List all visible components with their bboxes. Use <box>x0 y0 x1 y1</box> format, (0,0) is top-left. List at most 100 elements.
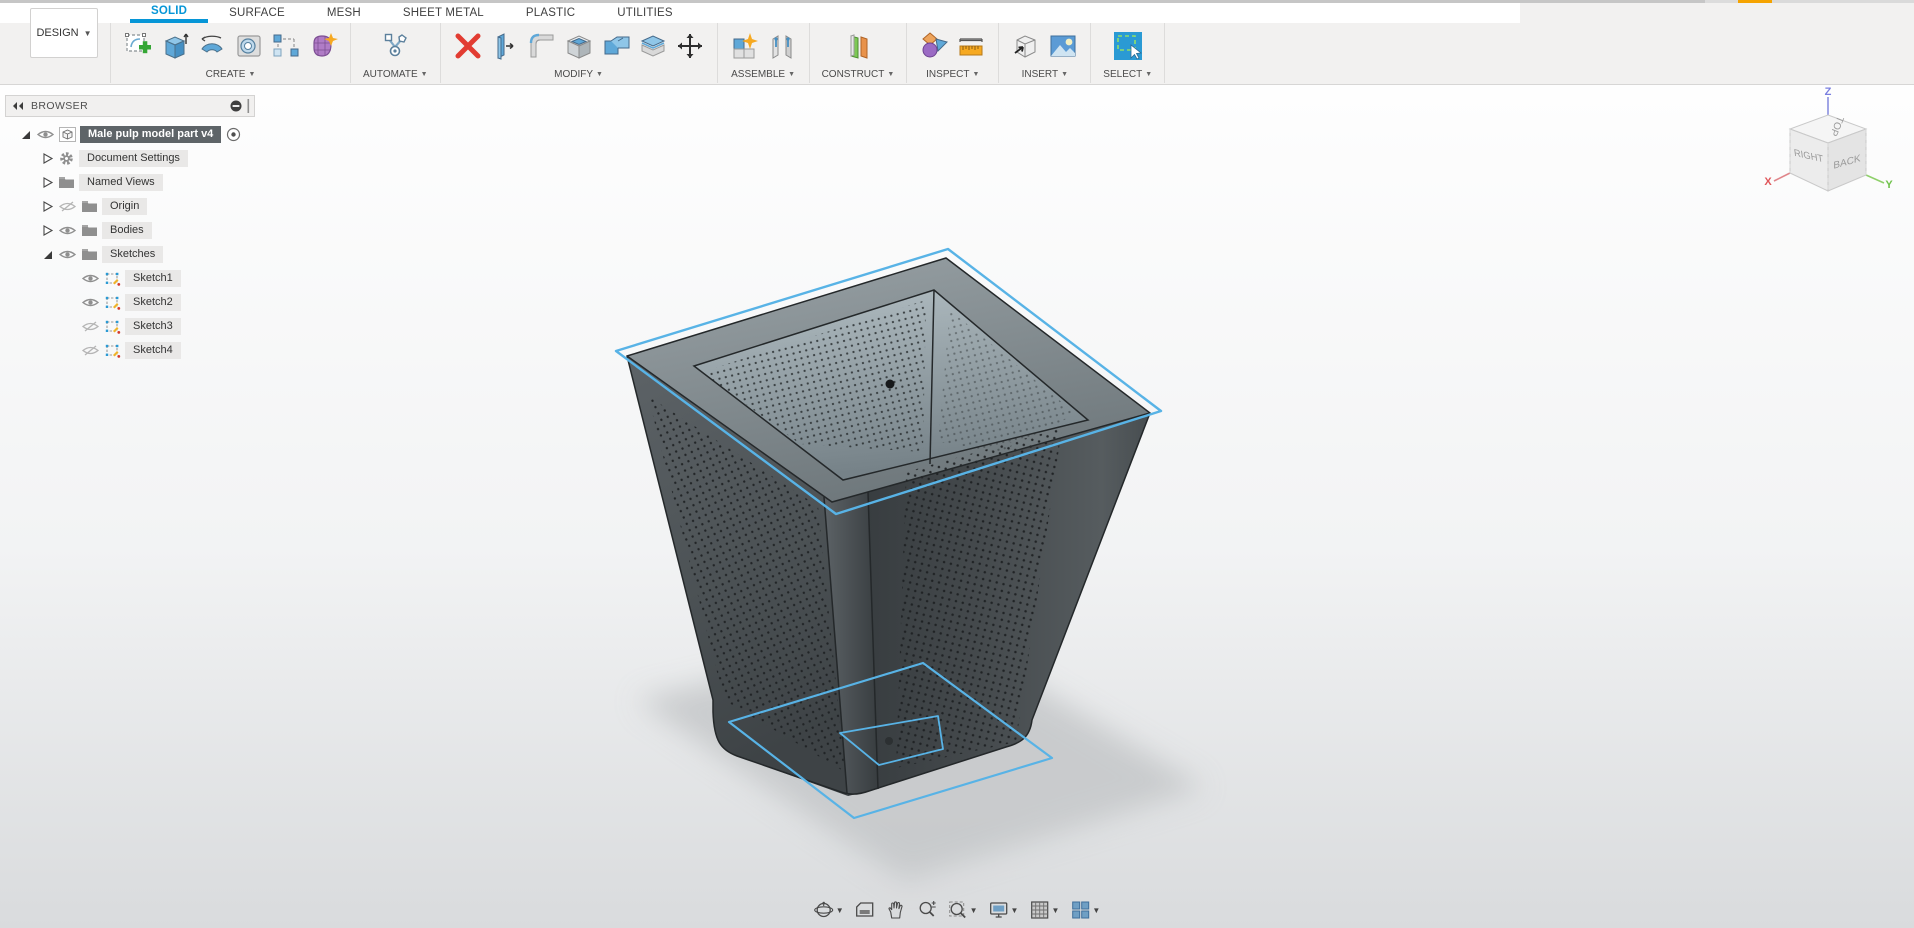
eye-icon[interactable] <box>58 248 77 261</box>
top-strip-accent <box>1738 0 1772 3</box>
y-axis-label: Y <box>1885 179 1893 191</box>
zoom-button[interactable] <box>914 898 940 922</box>
expander-expanded-icon[interactable] <box>19 128 32 141</box>
automate-icon[interactable] <box>380 31 410 61</box>
eye-icon[interactable] <box>36 128 55 141</box>
insert-derive-icon[interactable] <box>1011 31 1041 61</box>
tree-label: Sketch3 <box>125 317 181 335</box>
eye-icon[interactable] <box>81 272 100 285</box>
x-axis-line <box>1773 172 1791 182</box>
look-at-icon <box>855 902 874 917</box>
insert-dropdown[interactable]: INSERT ▼ <box>1022 69 1068 81</box>
press-pull-icon[interactable] <box>490 31 520 61</box>
sketch-icon <box>105 344 121 358</box>
select-dropdown[interactable]: SELECT ▼ <box>1103 69 1152 81</box>
create-form-icon[interactable] <box>308 31 338 61</box>
modify-dropdown[interactable]: MODIFY ▼ <box>554 69 603 81</box>
move-copy-icon[interactable] <box>675 31 705 61</box>
tree-row-sketch3[interactable]: Sketch3 <box>5 314 255 338</box>
panel-minimize-icon[interactable] <box>230 100 242 112</box>
construct-dropdown[interactable]: CONSTRUCT ▼ <box>822 69 895 81</box>
orbit-button[interactable]: ▼ <box>811 898 847 922</box>
tree-row-origin[interactable]: Origin <box>5 194 255 218</box>
tree-row-named-views[interactable]: Named Views <box>5 170 255 194</box>
fit-button[interactable]: ▼ <box>945 898 981 922</box>
tab-surface[interactable]: SURFACE <box>208 3 306 23</box>
split-body-icon[interactable] <box>638 31 668 61</box>
tree-row-document-settings[interactable]: Document Settings <box>5 146 255 170</box>
chevron-down-icon: ▼ <box>835 905 844 915</box>
expander-collapsed-icon[interactable] <box>41 152 54 165</box>
workspace-selector[interactable]: DESIGN ▼ <box>30 8 98 58</box>
expander-collapsed-icon[interactable] <box>41 224 54 237</box>
look-at-button[interactable] <box>852 898 878 922</box>
assemble-dropdown[interactable]: ASSEMBLE ▼ <box>731 69 795 81</box>
eye-icon[interactable] <box>58 224 77 237</box>
tree-row-sketch2[interactable]: Sketch2 <box>5 290 255 314</box>
ribbon-tabs: SOLID SURFACE MESH SHEET METAL PLASTIC U… <box>0 3 1520 23</box>
shell-icon[interactable] <box>564 31 594 61</box>
construction-plane-icon[interactable] <box>843 31 873 61</box>
expander-expanded-icon[interactable] <box>41 248 54 261</box>
viewcube[interactable]: TOP RIGHT BACK Z X Y <box>1756 85 1896 205</box>
create-sketch-icon[interactable] <box>123 31 153 61</box>
activate-component-radio-icon[interactable] <box>225 127 242 142</box>
expander-collapsed-icon[interactable] <box>41 176 54 189</box>
sketch-icon <box>105 320 121 334</box>
group-construct: CONSTRUCT ▼ <box>810 23 908 83</box>
folder-icon <box>82 248 97 260</box>
sketch-icon <box>105 272 121 286</box>
delete-icon[interactable] <box>453 31 483 61</box>
tab-sheet-metal[interactable]: SHEET METAL <box>382 3 505 23</box>
x-axis-label: X <box>1764 176 1772 188</box>
viewport-canvas[interactable] <box>0 84 1914 928</box>
display-settings-button[interactable]: ▼ <box>986 898 1022 922</box>
hole-icon[interactable] <box>234 31 264 61</box>
browser-title: BROWSER <box>31 100 89 112</box>
pan-button[interactable] <box>883 898 909 922</box>
collapse-panel-icon[interactable] <box>12 101 24 111</box>
tree-label: Male pulp model part v4 <box>80 125 222 143</box>
tab-solid[interactable]: SOLID <box>130 3 209 23</box>
panel-resize-handle[interactable] <box>246 99 251 113</box>
chevron-down-icon: ▼ <box>969 905 978 915</box>
browser-header[interactable]: BROWSER <box>5 95 255 117</box>
grid-layout-button[interactable]: ▼ <box>1026 898 1062 922</box>
eye-off-icon[interactable] <box>81 320 100 333</box>
eye-off-icon[interactable] <box>58 200 77 213</box>
tree-row-sketch4[interactable]: Sketch4 <box>5 338 255 362</box>
viewports-button[interactable]: ▼ <box>1067 898 1103 922</box>
tab-mesh[interactable]: MESH <box>306 3 382 23</box>
extrude-icon[interactable] <box>160 31 190 61</box>
chevron-down-icon: ▼ <box>1092 905 1101 915</box>
canvas-icon[interactable] <box>1048 31 1078 61</box>
fillet-icon[interactable] <box>527 31 557 61</box>
create-dropdown[interactable]: CREATE ▼ <box>206 69 256 81</box>
select-icon[interactable] <box>1113 31 1143 61</box>
tab-plastic[interactable]: PLASTIC <box>505 3 596 23</box>
group-insert: INSERT ▼ <box>999 23 1092 83</box>
eye-icon[interactable] <box>81 296 100 309</box>
window-top-strip <box>0 0 1914 3</box>
tree-row-sketch1[interactable]: Sketch1 <box>5 266 255 290</box>
inspect-dropdown[interactable]: INSPECT ▼ <box>926 69 979 81</box>
tree-row-bodies[interactable]: Bodies <box>5 218 255 242</box>
tree-row-root-component[interactable]: Male pulp model part v4 <box>5 122 255 146</box>
new-component-icon[interactable] <box>730 31 760 61</box>
rectangular-pattern-icon[interactable] <box>271 31 301 61</box>
joint-icon[interactable] <box>767 31 797 61</box>
tree-label: Named Views <box>79 173 163 191</box>
revolve-icon[interactable] <box>197 31 227 61</box>
combine-icon[interactable] <box>601 31 631 61</box>
group-select: SELECT ▼ <box>1091 23 1166 83</box>
expander-collapsed-icon[interactable] <box>41 200 54 213</box>
tree-row-sketches[interactable]: Sketches <box>5 242 255 266</box>
eye-off-icon[interactable] <box>81 344 100 357</box>
y-axis-line <box>1865 174 1885 184</box>
measure-ruler-icon[interactable] <box>956 31 986 61</box>
tab-utilities[interactable]: UTILITIES <box>596 3 693 23</box>
measure-icon[interactable] <box>919 31 949 61</box>
automate-dropdown[interactable]: AUTOMATE ▼ <box>363 69 428 81</box>
group-automate: AUTOMATE ▼ <box>351 23 441 83</box>
top-strip-segment <box>0 0 1705 3</box>
